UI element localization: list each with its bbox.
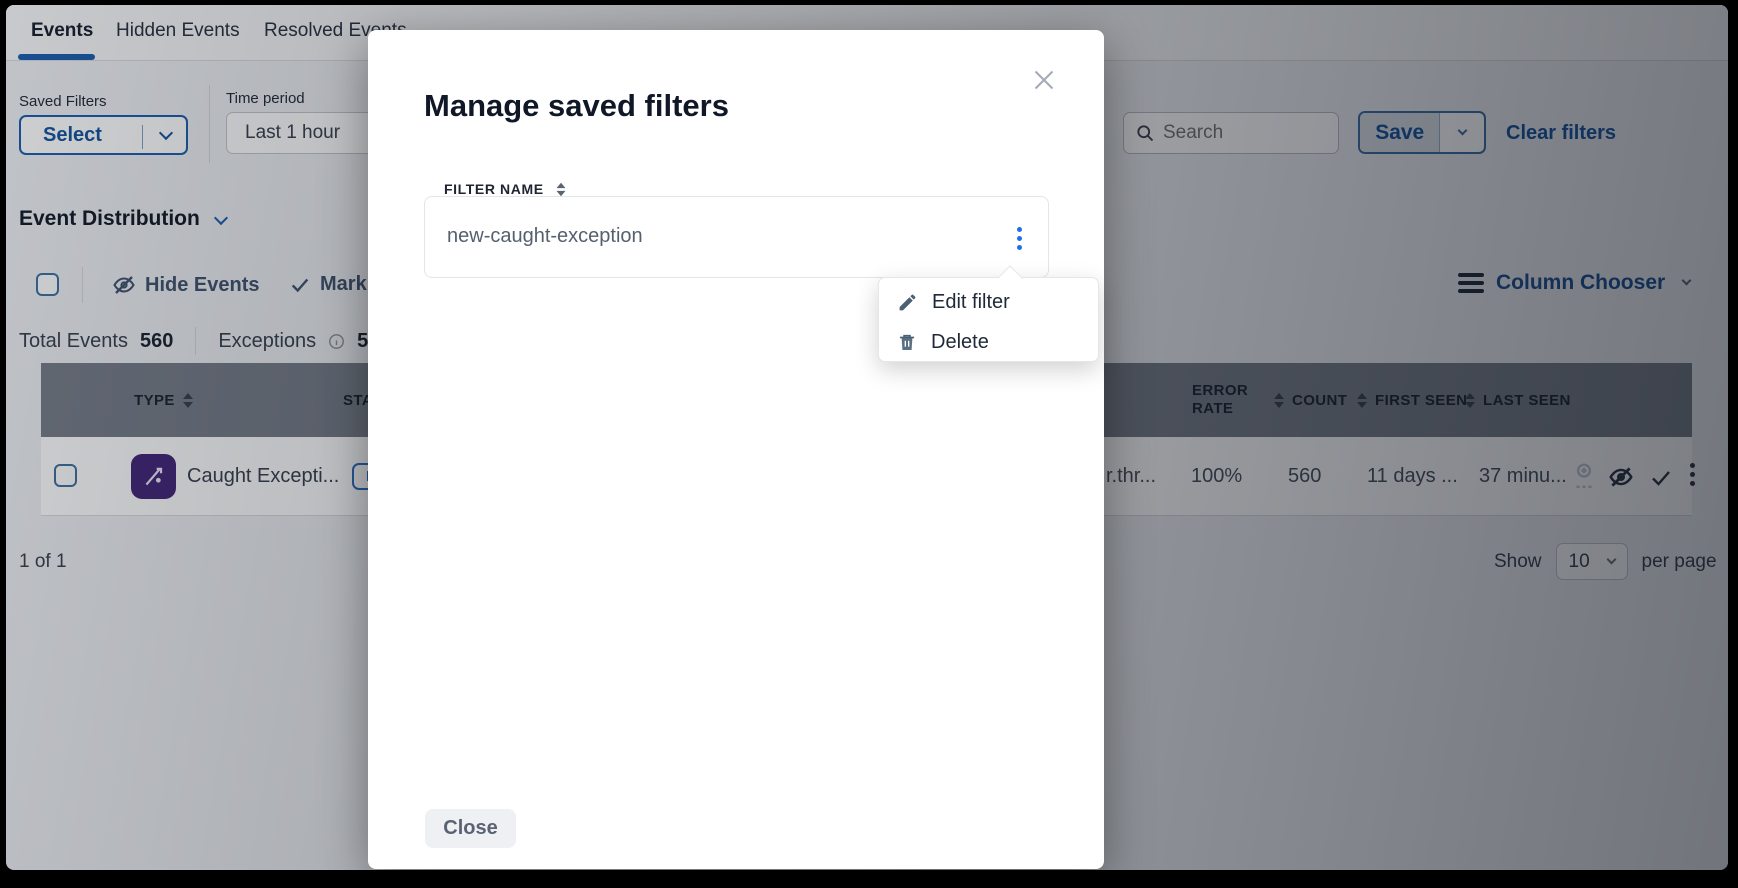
app-window: Events Hidden Events Resolved Events Sav… [6,5,1728,870]
trash-icon [897,332,917,353]
filter-name-column-header[interactable]: FILTER NAME [444,181,566,197]
edit-filter-label: Edit filter [932,291,1010,314]
pencil-icon [897,292,918,313]
modal-close-button[interactable]: Close [425,809,516,848]
delete-filter-label: Delete [931,331,989,354]
manage-saved-filters-modal: Manage saved filters FILTER NAME new-cau… [368,30,1104,869]
saved-filter-row: new-caught-exception [424,196,1049,278]
modal-title: Manage saved filters [424,88,729,124]
sort-icon [556,182,565,196]
saved-filter-name: new-caught-exception [447,225,643,248]
delete-filter-menu-item[interactable]: Delete [879,322,1098,362]
filter-context-menu: Edit filter Delete [878,277,1099,362]
edit-filter-menu-item[interactable]: Edit filter [879,282,1098,322]
filter-kebab-menu-button[interactable] [1013,223,1026,254]
close-icon[interactable] [1030,66,1058,94]
